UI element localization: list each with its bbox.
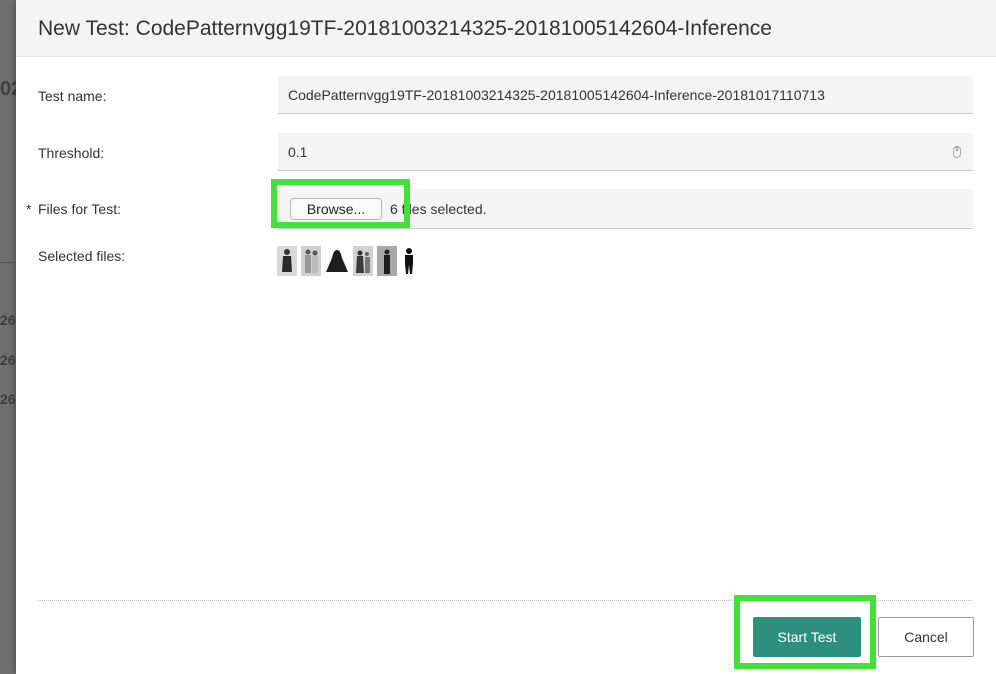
background-text: 26 [0,352,16,368]
background-text: 26 [0,391,16,407]
file-thumbnail [353,246,373,276]
file-thumbnail [325,246,348,276]
file-thumbnail [277,246,297,276]
new-test-dialog: New Test: CodePatternvgg19TF-20181003214… [16,0,996,674]
threshold-field[interactable]: 0.1 ⇕ [278,133,973,171]
cancel-button[interactable]: Cancel [878,617,974,657]
file-thumbnail [377,246,397,276]
test-name-value: CodePatternvgg19TF-20181003214325-201810… [288,87,825,103]
file-thumbnail [301,246,321,276]
files-selected-status: 6 files selected. [390,201,487,217]
stepper-arrows-icon[interactable]: ⇕ [953,146,961,158]
threshold-value: 0.1 [288,144,308,160]
test-name-label: Test name: [38,88,107,104]
background-text: 26 [0,312,16,328]
browse-button[interactable]: Browse... [290,198,382,220]
files-field: Browse... 6 files selected. [278,189,973,229]
footer-divider [38,600,973,601]
start-test-button[interactable]: Start Test [753,617,861,657]
threshold-label: Threshold: [38,145,105,161]
dialog-title: New Test: CodePatternvgg19TF-20181003214… [38,17,772,40]
file-thumbnail [401,246,417,276]
selected-files-thumbnails [277,246,427,276]
files-label: Files for Test: [38,201,121,217]
selected-files-label: Selected files: [38,248,126,264]
test-name-field[interactable]: CodePatternvgg19TF-20181003214325-201810… [278,76,973,114]
required-asterisk: * [26,201,32,217]
background-divider [0,262,14,263]
dialog-header: New Test: CodePatternvgg19TF-20181003214… [16,0,996,57]
